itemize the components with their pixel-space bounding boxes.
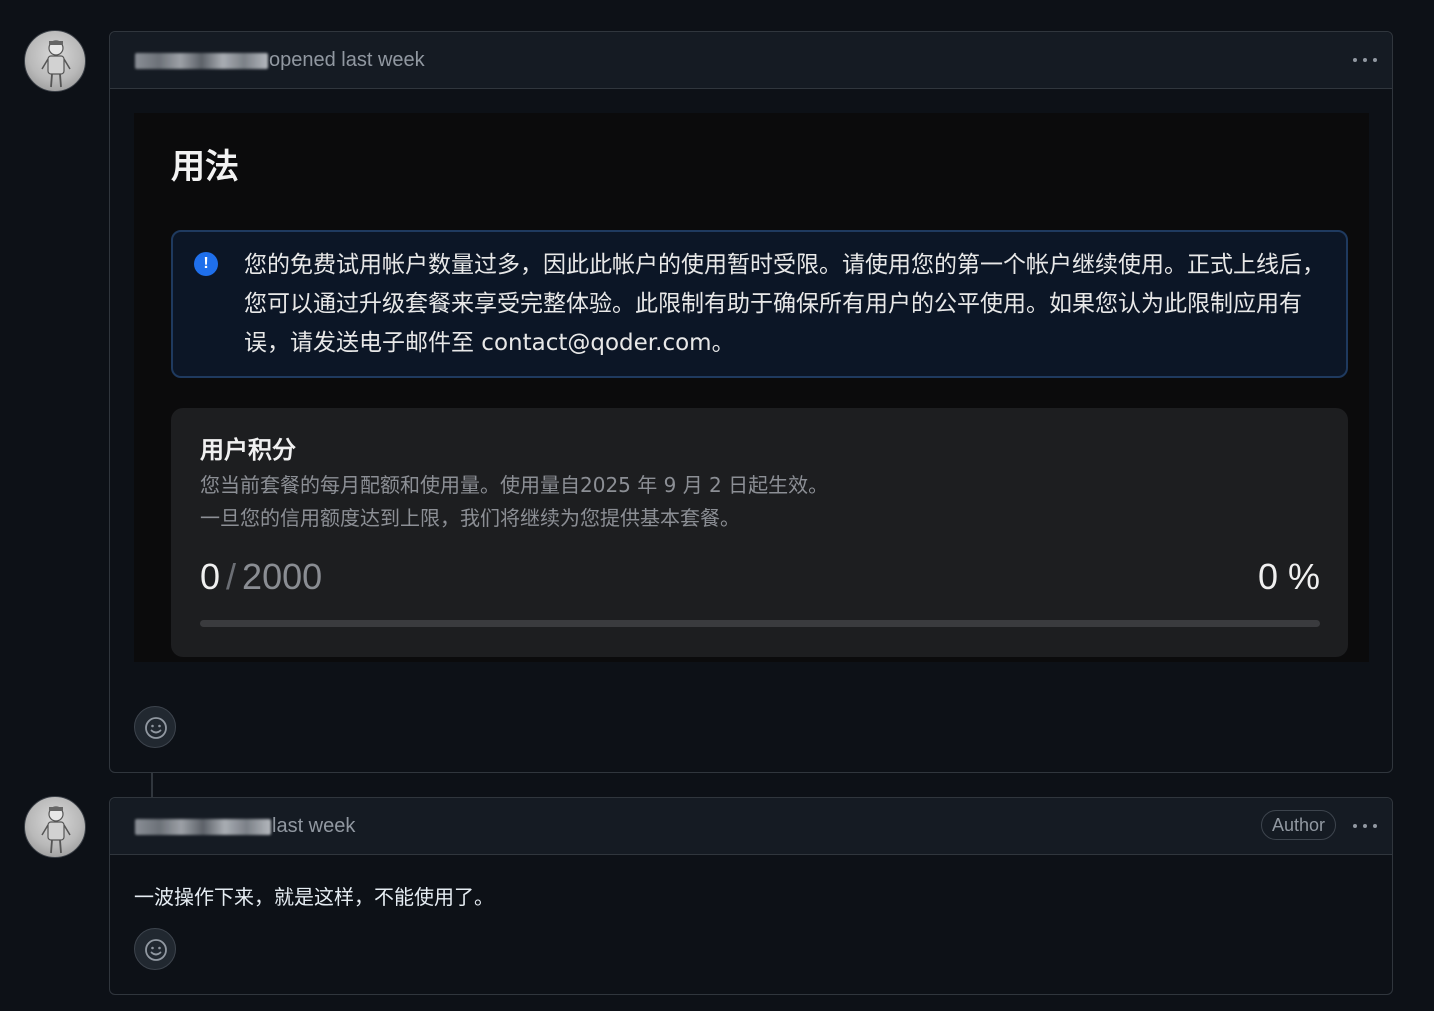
- comment-body: 一波操作下来，就是这样，不能使用了。: [134, 885, 494, 909]
- kebab-horizontal-icon: [1353, 58, 1357, 62]
- credits-used-value: 0: [200, 556, 221, 597]
- info-icon: !: [194, 252, 218, 276]
- issue-comment: last week Author 一波操作下来，就是这样，不能使用了。: [109, 797, 1393, 995]
- screenshot-attachment[interactable]: 用法 ! 您的免费试用帐户数量过多，因此此帐户的使用暂时受限。请使用您的第一个帐…: [134, 113, 1369, 662]
- add-reaction-button[interactable]: [134, 928, 176, 970]
- credits-usage: 0/2000: [200, 556, 322, 598]
- kebab-horizontal-icon: [1353, 824, 1357, 828]
- usage-title: 用法: [171, 147, 239, 187]
- author-name-blurred[interactable]: [135, 53, 268, 69]
- comment-timestamp[interactable]: last week: [272, 815, 355, 838]
- avatar[interactable]: [24, 30, 86, 92]
- alert-message: 您的免费试用帐户数量过多，因此此帐户的使用暂时受限。请使用您的第一个帐户继续使用…: [244, 252, 1325, 356]
- credits-title: 用户积分: [200, 436, 296, 464]
- avatar[interactable]: [24, 796, 86, 858]
- credits-total-value: 2000: [242, 556, 323, 597]
- smiley-icon: [145, 939, 167, 961]
- credits-percent: 0 %: [1257, 556, 1320, 597]
- author-badge: Author: [1261, 810, 1337, 840]
- timeline-connector: [151, 773, 153, 797]
- avatar-image-icon: [41, 40, 71, 88]
- add-reaction-button[interactable]: [134, 706, 176, 748]
- info-alert: ! 您的免费试用帐户数量过多，因此此帐户的使用暂时受限。请使用您的第一个帐户继续…: [171, 230, 1348, 378]
- comment-header: last week Author: [110, 798, 1392, 855]
- avatar-image-icon: [41, 806, 71, 854]
- user-credits-card: 用户积分 您当前套餐的每月配额和使用量。使用量自2025 年 9 月 2 日起生…: [171, 408, 1348, 657]
- comment-timestamp[interactable]: opened last week: [269, 49, 425, 72]
- more-options-button[interactable]: [1352, 818, 1378, 834]
- comment-header: opened last week: [110, 32, 1392, 89]
- smiley-icon: [145, 717, 167, 739]
- credits-description-line-2: 一旦您的信用额度达到上限，我们将继续为您提供基本套餐。: [200, 506, 740, 530]
- credits-separator: /: [226, 556, 237, 597]
- credits-description-line-1: 您当前套餐的每月配额和使用量。使用量自2025 年 9 月 2 日起生效。: [200, 473, 829, 497]
- issue-comment: opened last week 用法 ! 您的免费试用帐户数量过多，因此此帐户…: [109, 31, 1393, 773]
- author-name-blurred[interactable]: [135, 819, 271, 835]
- credits-progress-bar: [200, 620, 1320, 627]
- more-options-button[interactable]: [1352, 52, 1378, 68]
